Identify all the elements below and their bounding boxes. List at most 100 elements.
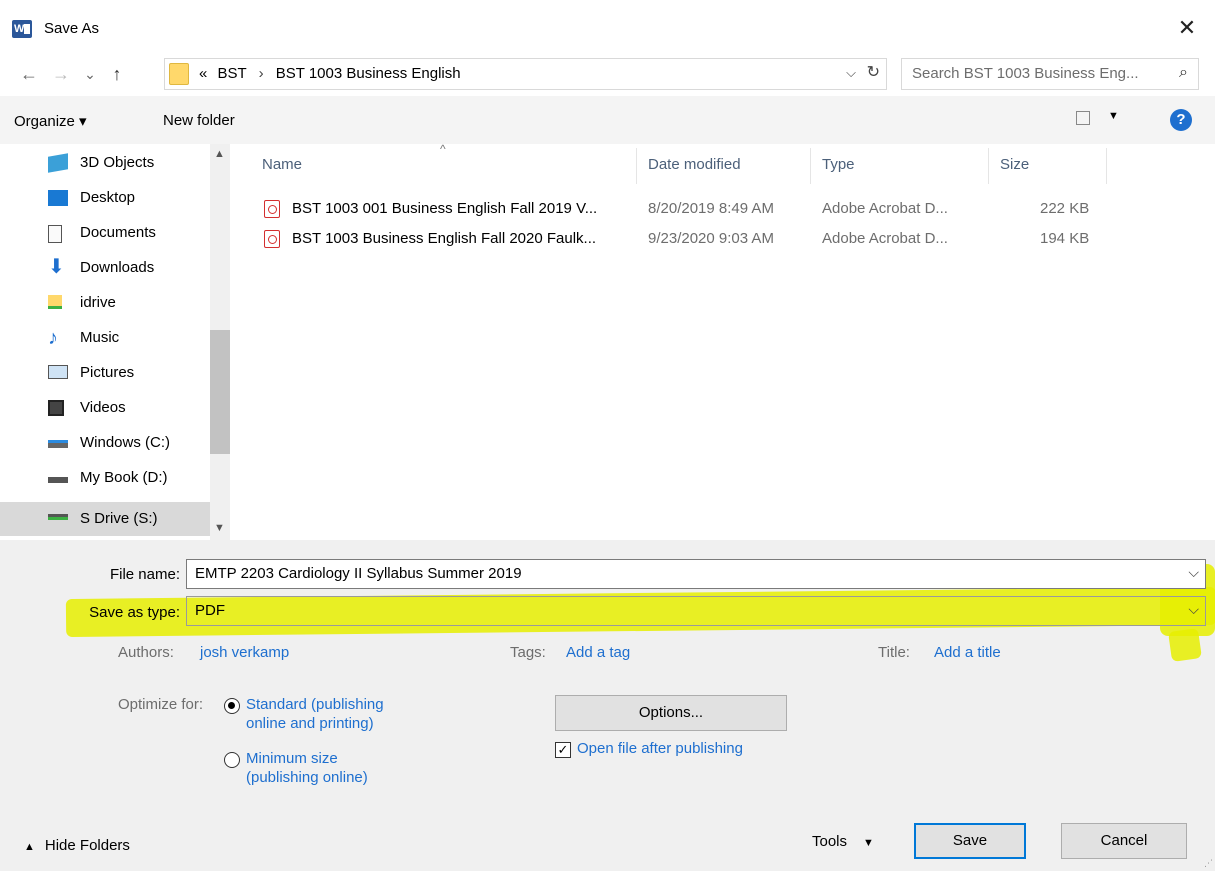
tags-field[interactable]: Add a tag: [566, 644, 630, 661]
cancel-button[interactable]: Cancel: [1061, 823, 1187, 859]
tags-label: Tags:: [510, 644, 546, 661]
authors-field[interactable]: josh verkamp: [200, 644, 289, 661]
file-row[interactable]: BST 1003 001 Business English Fall 2019 …: [232, 198, 1132, 222]
navigation-bar: ← → ⌄ ↑ « BST › BST 1003 Business Englis…: [0, 56, 1215, 94]
address-bar[interactable]: « BST › BST 1003 Business English ⌵ ↻: [164, 58, 887, 90]
open-after-publishing-label[interactable]: Open file after publishing: [577, 740, 743, 757]
sidebar-item-label: Videos: [80, 399, 126, 416]
sidebar-item-idrive[interactable]: idrive: [0, 286, 210, 320]
documents-icon: [48, 225, 62, 243]
authors-label: Authors:: [118, 644, 174, 661]
new-folder-button[interactable]: New folder: [163, 112, 235, 129]
title-bar: W Save As ✕: [0, 0, 1215, 56]
help-icon[interactable]: ?: [1170, 109, 1192, 131]
save-type-value: PDF: [195, 602, 225, 619]
file-name-field[interactable]: EMTP 2203 Cardiology II Syllabus Summer …: [186, 559, 1206, 589]
3d-objects-icon: [48, 153, 68, 173]
sidebar-item-pictures[interactable]: Pictures: [0, 356, 210, 390]
file-type: Adobe Acrobat D...: [822, 200, 948, 217]
music-icon: ♪: [48, 327, 58, 349]
sidebar-item-label: Pictures: [80, 364, 135, 381]
sidebar-item-label: Documents: [80, 224, 156, 241]
search-icon[interactable]: ⌕: [1179, 64, 1188, 82]
file-name-value: EMTP 2203 Cardiology II Syllabus Summer …: [195, 565, 522, 582]
sidebar-item-3d-objects[interactable]: 3D Objects: [0, 146, 210, 180]
sidebar-scrollbar-thumb[interactable]: [210, 330, 230, 454]
sidebar-item-downloads[interactable]: ⬇ Downloads: [0, 251, 210, 285]
minimum-size-radio[interactable]: [224, 752, 240, 768]
column-divider[interactable]: [636, 148, 637, 184]
refresh-icon[interactable]: ↻: [867, 62, 880, 82]
file-row[interactable]: BST 1003 Business English Fall 2020 Faul…: [232, 228, 1132, 252]
sidebar-item-music[interactable]: ♪ Music: [0, 321, 210, 355]
videos-icon: [48, 400, 64, 416]
title-label: Title:: [878, 644, 910, 661]
title-field[interactable]: Add a title: [934, 644, 1001, 661]
sidebar-item-desktop[interactable]: Desktop: [0, 181, 210, 215]
word-icon: W: [12, 20, 32, 38]
column-header-type[interactable]: Type: [822, 156, 855, 173]
sidebar-item-windows-c[interactable]: Windows (C:): [0, 426, 210, 460]
tools-menu-button[interactable]: Tools ▼: [812, 833, 874, 850]
view-options-icon[interactable]: [1076, 111, 1090, 125]
file-name: BST 1003 Business English Fall 2020 Faul…: [292, 230, 597, 247]
resize-grip-icon[interactable]: ⋰: [1204, 858, 1213, 869]
view-dropdown-icon[interactable]: ▼: [1108, 110, 1119, 122]
chevron-down-icon[interactable]: ⌵: [1188, 564, 1199, 581]
column-header-name[interactable]: Name: [262, 156, 302, 173]
chevron-down-icon[interactable]: ⌵: [1188, 601, 1199, 618]
back-arrow-icon[interactable]: ←: [16, 62, 42, 86]
open-after-publishing-checkbox[interactable]: ✓: [555, 742, 571, 758]
scroll-up-icon[interactable]: ▲: [214, 148, 225, 160]
file-size: 194 KB: [1040, 230, 1090, 247]
breadcrumb: « BST › BST 1003 Business English: [199, 65, 461, 82]
minimum-size-radio-label[interactable]: Minimum size (publishing online): [246, 749, 368, 787]
search-placeholder: Search BST 1003 Business Eng...: [912, 65, 1139, 82]
sidebar-item-label: S Drive (S:): [80, 510, 158, 527]
standard-radio[interactable]: [224, 698, 240, 714]
search-input[interactable]: Search BST 1003 Business Eng... ⌕: [901, 58, 1199, 90]
hide-folders-label: Hide Folders: [44, 837, 130, 854]
breadcrumb-item-bst[interactable]: BST: [218, 65, 247, 82]
desktop-icon: [48, 190, 68, 206]
breadcrumb-separator-icon[interactable]: ›: [259, 65, 264, 82]
save-button[interactable]: Save: [914, 823, 1026, 859]
standard-radio-label[interactable]: Standard (publishing online and printing…: [246, 695, 384, 733]
pictures-icon: [48, 365, 68, 379]
file-list: ^ Name Date modified Type Size BST 1003 …: [232, 142, 1215, 540]
file-date: 8/20/2019 8:49 AM: [648, 200, 774, 217]
save-type-label: Save as type:: [89, 604, 180, 621]
drive-icon: [48, 477, 68, 483]
recent-locations-chevron-icon[interactable]: ⌄: [80, 62, 100, 86]
sidebar-item-label: 3D Objects: [80, 154, 155, 171]
sidebar-item-documents[interactable]: Documents: [0, 216, 210, 250]
options-button[interactable]: Options...: [555, 695, 787, 731]
navigation-pane: 3D Objects Desktop Documents ⬇ Downloads…: [0, 144, 230, 540]
scroll-down-icon[interactable]: ▼: [214, 522, 225, 534]
highlighter-mark: [1168, 628, 1202, 662]
sidebar-item-label: Desktop: [80, 189, 136, 206]
sidebar-item-my-book-d[interactable]: My Book (D:): [0, 461, 210, 495]
column-header-date-modified[interactable]: Date modified: [648, 156, 741, 173]
breadcrumb-overflow[interactable]: «: [199, 65, 207, 82]
window-title: Save As: [44, 20, 100, 37]
close-icon[interactable]: ✕: [1173, 14, 1201, 42]
sidebar-item-label: Downloads: [80, 259, 155, 276]
breadcrumb-item-current[interactable]: BST 1003 Business English: [276, 65, 461, 82]
forward-arrow-icon[interactable]: →: [48, 62, 74, 86]
sidebar-item-label: Music: [80, 329, 120, 346]
sidebar-item-s-drive[interactable]: S Drive (S:): [0, 502, 210, 536]
optimize-for-label: Optimize for:: [118, 696, 204, 713]
save-as-type-select[interactable]: PDF ⌵: [186, 596, 1206, 626]
sidebar-item-videos[interactable]: Videos: [0, 391, 210, 425]
address-dropdown-icon[interactable]: ⌵: [846, 65, 856, 81]
network-drive-icon: [48, 514, 68, 520]
column-divider[interactable]: [988, 148, 989, 184]
file-name-label: File name:: [109, 566, 180, 583]
column-header-size[interactable]: Size: [1000, 156, 1029, 173]
column-divider[interactable]: [1106, 148, 1107, 184]
column-divider[interactable]: [810, 148, 811, 184]
hide-folders-button[interactable]: ▲ Hide Folders: [24, 837, 130, 854]
organize-menu-button[interactable]: Organize ▾: [14, 112, 87, 130]
up-arrow-icon[interactable]: ↑: [104, 62, 130, 86]
